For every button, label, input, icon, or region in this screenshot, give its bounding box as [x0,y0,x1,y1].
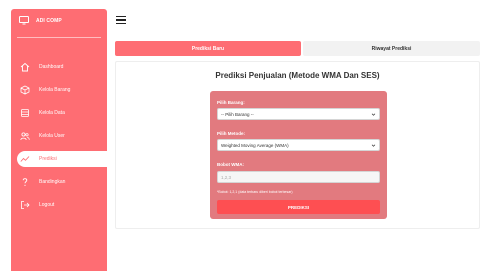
prediction-form: Pilih Barang: -- Pilih Barang -- Pilih M… [210,91,387,219]
logout-icon [21,201,30,209]
sidebar-item-label: Prediksi [39,156,57,162]
sidebar: ADI COMP Dashboard Kelola Barang Kelola … [11,9,107,271]
sidebar-item-label: Logout [39,202,55,208]
sidebar-item-kelola-user[interactable]: Kelola User [11,128,107,144]
sidebar-item-label: Kelola User [39,133,65,139]
brand-name: ADI COMP [36,17,62,24]
sidebar-item-label: Bandingkan [39,179,66,185]
sidebar-item-dashboard[interactable]: Dashboard [11,59,107,75]
sidebar-item-label: Kelola Data [39,110,65,116]
database-icon [21,109,29,117]
page-title: Prediksi Penjualan (Metode WMA Dan SES) [215,71,380,80]
metode-label: Pilih Metode: [217,131,245,136]
barang-select-value: -- Pilih Barang -- [221,111,254,117]
sidebar-item-label: Dashboard [39,64,64,70]
sidebar-item-prediksi[interactable]: Prediksi [17,151,107,167]
sidebar-item-label: Kelola Barang [39,87,71,93]
sidebar-item-bandingkan[interactable]: Bandingkan [11,174,107,190]
sidebar-item-logout[interactable]: Logout [11,197,107,213]
question-icon [22,178,28,186]
sidebar-item-kelola-barang[interactable]: Kelola Barang [11,82,107,98]
trend-icon [20,156,30,162]
menu-toggle-icon[interactable] [116,16,126,24]
bobot-label: Bobot WMA: [217,162,244,167]
chevron-down-icon [371,144,376,147]
chevron-down-icon [371,113,376,116]
home-icon [20,62,30,72]
box-icon [20,85,30,95]
monitor-icon [19,16,29,25]
tab-prediksi-baru[interactable]: Prediksi Baru [115,41,301,56]
users-icon [20,132,30,141]
barang-label: Pilih Barang: [217,100,245,105]
tab-bar: Prediksi Baru Riwayat Prediksi [115,41,480,56]
prediction-card: Prediksi Penjualan (Metode WMA Dan SES) … [115,61,480,229]
barang-select[interactable]: -- Pilih Barang -- [217,108,380,120]
sidebar-divider [17,37,101,38]
sidebar-item-kelola-data[interactable]: Kelola Data [11,105,107,121]
prediksi-button[interactable]: PREDIKSI [217,200,380,214]
metode-select[interactable]: Weighted Moving Average (WMA) [217,139,380,151]
metode-select-value: Weighted Moving Average (WMA) [221,142,289,148]
bobot-hint: *Bobot: 1,2,1 (data terbaru diberi bobot… [217,190,293,194]
tab-riwayat-prediksi[interactable]: Riwayat Prediksi [303,41,480,56]
brand[interactable]: ADI COMP [19,16,62,25]
bobot-input[interactable]: 1,2,3 [217,171,380,183]
